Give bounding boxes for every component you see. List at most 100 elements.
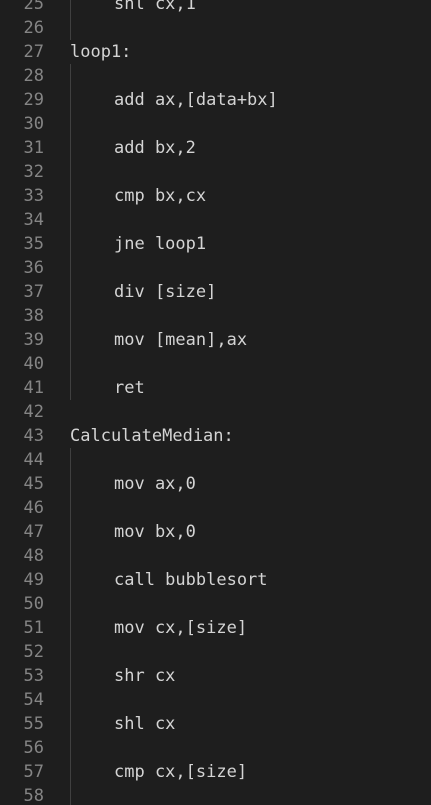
indent-guide	[70, 88, 71, 112]
code-line[interactable]: 37 div [size]	[0, 280, 431, 304]
code-line[interactable]: 56	[0, 736, 431, 760]
indent-guide	[70, 0, 71, 16]
line-number: 56	[23, 738, 44, 758]
code-line[interactable]: 35 jne loop1	[0, 232, 431, 256]
code-line[interactable]: 31 add bx,2	[0, 136, 431, 160]
code-editor[interactable]: 25 shl cx,1 26 27 loop1: 28 29 add ax,[data+bx]…	[0, 0, 431, 805]
line-number: 27	[23, 42, 44, 62]
line-number: 50	[23, 594, 44, 614]
line-number: 28	[23, 66, 44, 86]
code-text[interactable]: shr cx	[114, 664, 175, 688]
line-number: 39	[23, 330, 44, 350]
indent-guide	[70, 688, 71, 712]
code-line[interactable]: 50	[0, 592, 431, 616]
indent-guide	[70, 112, 71, 136]
code-line[interactable]: 38	[0, 304, 431, 328]
code-line[interactable]: 40	[0, 352, 431, 376]
code-line[interactable]: 52	[0, 640, 431, 664]
indent-guide	[70, 184, 71, 208]
code-line[interactable]: 48	[0, 544, 431, 568]
indent-guide	[70, 712, 71, 736]
line-number: 51	[23, 618, 44, 638]
indent-guide	[70, 376, 71, 400]
line-number: 35	[23, 234, 44, 254]
code-line[interactable]: 55 shl cx	[0, 712, 431, 736]
line-number: 44	[23, 450, 44, 470]
line-number: 40	[23, 354, 44, 374]
code-text[interactable]: ret	[114, 376, 145, 400]
line-number: 37	[23, 282, 44, 302]
line-number: 54	[23, 690, 44, 710]
line-number: 29	[23, 90, 44, 110]
code-line[interactable]: 54	[0, 688, 431, 712]
code-text[interactable]: cmp bx,cx	[114, 184, 206, 208]
code-line[interactable]: 41 ret	[0, 376, 431, 400]
editor-lines: 25 shl cx,1 26 27 loop1: 28 29 add ax,[data+bx]…	[0, 0, 431, 805]
code-text[interactable]: jne loop1	[114, 232, 206, 256]
code-text[interactable]: CalculateMedian:	[70, 424, 234, 448]
code-line[interactable]: 26	[0, 16, 431, 40]
code-text[interactable]: add bx,2	[114, 136, 196, 160]
code-text[interactable]: mov cx,[size]	[114, 616, 247, 640]
code-line[interactable]: 58	[0, 784, 431, 805]
code-line[interactable]: 47 mov bx,0	[0, 520, 431, 544]
line-number: 47	[23, 522, 44, 542]
indent-guide	[70, 616, 71, 640]
line-number: 32	[23, 162, 44, 182]
indent-guide	[70, 736, 71, 760]
code-line[interactable]: 27 loop1:	[0, 40, 431, 64]
line-number: 43	[23, 426, 44, 446]
indent-guide	[70, 760, 71, 784]
code-line[interactable]: 42	[0, 400, 431, 424]
indent-guide	[70, 16, 71, 40]
code-line[interactable]: 49 call bubblesort	[0, 568, 431, 592]
code-line[interactable]: 36	[0, 256, 431, 280]
indent-guide	[70, 304, 71, 328]
code-text[interactable]: cmp cx,[size]	[114, 760, 247, 784]
code-line[interactable]: 30	[0, 112, 431, 136]
indent-guide	[70, 544, 71, 568]
code-line[interactable]: 45 mov ax,0	[0, 472, 431, 496]
code-line[interactable]: 51 mov cx,[size]	[0, 616, 431, 640]
line-number: 36	[23, 258, 44, 278]
code-text[interactable]: mov bx,0	[114, 520, 196, 544]
line-number: 30	[23, 114, 44, 134]
code-line[interactable]: 44	[0, 448, 431, 472]
code-line[interactable]: 43 CalculateMedian:	[0, 424, 431, 448]
indent-guide	[70, 136, 71, 160]
line-number: 58	[23, 786, 44, 805]
code-line[interactable]: 53 shr cx	[0, 664, 431, 688]
code-line[interactable]: 29 add ax,[data+bx]	[0, 88, 431, 112]
line-number: 53	[23, 666, 44, 686]
code-text[interactable]: loop1:	[70, 40, 131, 64]
code-line[interactable]: 34	[0, 208, 431, 232]
indent-guide	[70, 592, 71, 616]
code-line[interactable]: 33 cmp bx,cx	[0, 184, 431, 208]
indent-guide	[70, 520, 71, 544]
code-text[interactable]: div [size]	[114, 280, 216, 304]
indent-guide	[70, 232, 71, 256]
line-number: 42	[23, 402, 44, 422]
indent-guide	[70, 448, 71, 472]
indent-guide	[70, 64, 71, 88]
code-line[interactable]: 46	[0, 496, 431, 520]
indent-guide	[70, 256, 71, 280]
indent-guide	[70, 160, 71, 184]
code-line[interactable]: 28	[0, 64, 431, 88]
code-line[interactable]: 39 mov [mean],ax	[0, 328, 431, 352]
code-line[interactable]: 32	[0, 160, 431, 184]
line-number: 41	[23, 378, 44, 398]
code-text[interactable]: add ax,[data+bx]	[114, 88, 278, 112]
line-number: 45	[23, 474, 44, 494]
code-text[interactable]: shl cx	[114, 712, 175, 736]
line-number: 26	[23, 18, 44, 38]
code-line[interactable]: 57 cmp cx,[size]	[0, 760, 431, 784]
code-text[interactable]: mov [mean],ax	[114, 328, 247, 352]
line-number: 49	[23, 570, 44, 590]
code-text[interactable]: mov ax,0	[114, 472, 196, 496]
line-number: 34	[23, 210, 44, 230]
indent-guide	[70, 496, 71, 520]
code-text[interactable]: shl cx,1	[114, 0, 196, 16]
code-line[interactable]: 25 shl cx,1	[0, 0, 431, 16]
code-text[interactable]: call bubblesort	[114, 568, 268, 592]
